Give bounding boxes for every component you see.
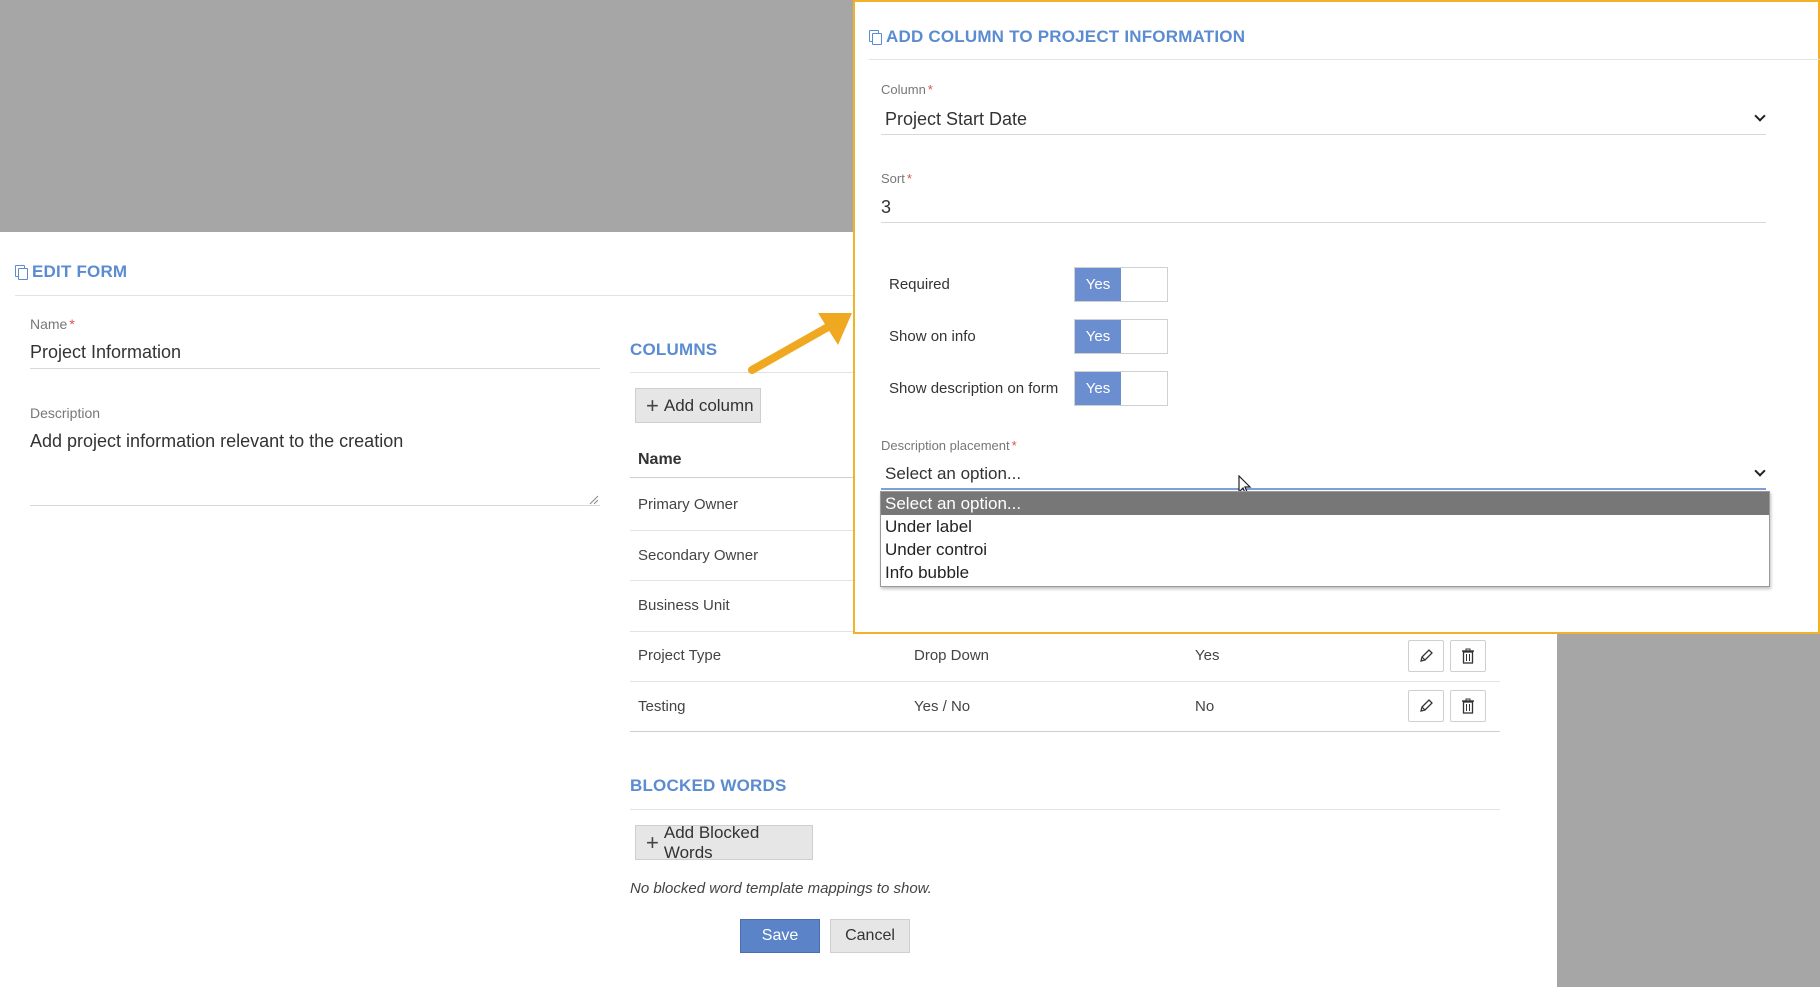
add-column-label: Add column bbox=[663, 395, 754, 415]
blocked-words-title: BLOCKED WORDS bbox=[630, 776, 787, 795]
resize-handle-icon[interactable] bbox=[589, 495, 599, 505]
plus-icon: + bbox=[646, 829, 659, 855]
trash-icon bbox=[1462, 648, 1474, 664]
sort-input[interactable]: 3 bbox=[881, 197, 1761, 218]
dropdown-option[interactable]: Info bubble bbox=[881, 561, 1769, 584]
placement-label: Description placement * bbox=[881, 438, 1017, 453]
description-underline bbox=[30, 505, 600, 506]
edit-form-divider bbox=[15, 295, 853, 296]
table-row-required: No bbox=[1195, 698, 1215, 715]
required-asterisk: * bbox=[1011, 438, 1017, 453]
show-description-toggle[interactable]: Yes bbox=[1074, 371, 1168, 406]
trash-icon bbox=[1462, 698, 1474, 714]
table-row-required: Yes bbox=[1195, 647, 1220, 664]
dropdown-option[interactable]: Under controi bbox=[881, 538, 1769, 561]
column-label: Column * bbox=[881, 82, 933, 97]
placement-dropdown-list: Select an option... Under label Under co… bbox=[880, 491, 1770, 587]
toggle-yes: Yes bbox=[1075, 268, 1121, 301]
show-on-info-toggle-label: Show on info bbox=[889, 328, 976, 345]
name-input-underline bbox=[30, 368, 600, 369]
dropdown-option[interactable]: Under label bbox=[881, 515, 1769, 538]
show-description-toggle-label: Show description on form bbox=[889, 380, 1059, 397]
description-textarea[interactable]: Add project information relevant to the … bbox=[30, 431, 598, 501]
modal-title-divider bbox=[869, 59, 1820, 60]
edit-form-title: EDIT FORM bbox=[15, 262, 127, 282]
cancel-button[interactable]: Cancel bbox=[830, 919, 910, 953]
table-row-name: Primary Owner bbox=[638, 496, 739, 513]
plus-icon: + bbox=[646, 392, 659, 418]
delete-button[interactable] bbox=[1450, 690, 1486, 722]
toggle-yes: Yes bbox=[1075, 320, 1121, 353]
table-row-name: Business Unit bbox=[638, 597, 730, 614]
name-label-text: Name bbox=[30, 316, 68, 332]
copy-icon bbox=[869, 30, 882, 45]
column-label-text: Column bbox=[881, 82, 926, 97]
required-toggle[interactable]: Yes bbox=[1074, 267, 1168, 302]
description-label: Description bbox=[30, 405, 101, 421]
table-row-type: Drop Down bbox=[914, 647, 990, 664]
modal-title: ADD COLUMN TO PROJECT INFORMATION bbox=[869, 27, 1245, 47]
add-blocked-words-label: Add Blocked Words bbox=[663, 822, 760, 862]
sort-input-underline bbox=[881, 222, 1766, 223]
table-row-divider bbox=[630, 681, 1500, 682]
blocked-words-empty-text: No blocked word template mappings to sho… bbox=[630, 880, 932, 897]
add-blocked-words-button[interactable]: + Add Blocked Words bbox=[635, 822, 813, 862]
show-on-info-toggle[interactable]: Yes bbox=[1074, 319, 1168, 354]
required-toggle-label: Required bbox=[889, 276, 950, 293]
dropdown-option-selected[interactable]: Select an option... bbox=[881, 492, 1769, 515]
column-select-underline bbox=[881, 134, 1766, 135]
required-asterisk: * bbox=[69, 316, 75, 332]
table-row-name: Project Type bbox=[638, 647, 722, 664]
add-column-button[interactable]: + Add column bbox=[635, 388, 761, 423]
edit-button[interactable] bbox=[1408, 640, 1444, 672]
modal-title-text: ADD COLUMN TO PROJECT INFORMATION bbox=[886, 27, 1246, 46]
table-row-name: Testing bbox=[638, 698, 686, 715]
columns-header-divider bbox=[630, 477, 854, 478]
placement-select-underline bbox=[881, 488, 1766, 490]
copy-icon bbox=[15, 265, 28, 280]
table-row-divider bbox=[630, 530, 854, 531]
table-row-divider bbox=[630, 580, 854, 581]
toggle-yes: Yes bbox=[1075, 372, 1121, 405]
placement-label-text: Description placement bbox=[881, 438, 1010, 453]
table-row-name: Secondary Owner bbox=[638, 547, 759, 564]
chevron-down-icon bbox=[1754, 465, 1766, 477]
column-select[interactable]: Project Start Date bbox=[885, 109, 1765, 130]
sort-label-text: Sort bbox=[881, 171, 905, 186]
edit-button[interactable] bbox=[1408, 690, 1444, 722]
annotation-arrow bbox=[748, 313, 852, 374]
required-asterisk: * bbox=[906, 171, 912, 186]
blocked-words-divider bbox=[630, 809, 1500, 810]
placement-select[interactable]: Select an option... bbox=[885, 464, 1755, 484]
columns-title: COLUMNS bbox=[630, 340, 718, 359]
edit-form-title-text: EDIT FORM bbox=[32, 262, 128, 281]
table-row-divider bbox=[630, 731, 1500, 732]
table-row-type: Yes / No bbox=[914, 698, 971, 715]
delete-button[interactable] bbox=[1450, 640, 1486, 672]
columns-header-name: Name bbox=[638, 451, 682, 468]
save-button[interactable]: Save bbox=[740, 919, 820, 953]
name-label: Name * bbox=[30, 316, 75, 332]
sort-label: Sort * bbox=[881, 171, 912, 186]
required-asterisk: * bbox=[927, 82, 933, 97]
name-input[interactable]: Project Information bbox=[30, 342, 598, 363]
pencil-icon bbox=[1420, 649, 1433, 662]
pencil-icon bbox=[1420, 699, 1433, 712]
